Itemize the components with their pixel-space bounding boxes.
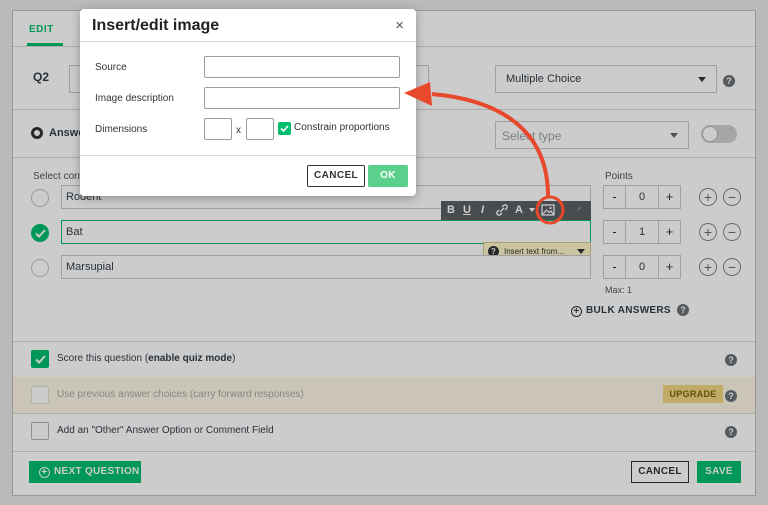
constrain-proportions-checkbox[interactable] [278, 122, 291, 135]
image-description-label: Image description [95, 93, 174, 104]
dialog-cancel-button[interactable]: CANCEL [307, 165, 365, 187]
source-label: Source [95, 62, 127, 73]
dialog-divider [80, 155, 416, 156]
height-input[interactable] [246, 118, 274, 140]
dialog-title: Insert/edit image [92, 17, 220, 34]
dimension-separator: x [236, 125, 241, 136]
dimensions-label: Dimensions [95, 124, 148, 135]
source-input[interactable] [204, 56, 400, 78]
width-input[interactable] [204, 118, 232, 140]
dialog-divider [80, 41, 416, 42]
close-icon[interactable]: × [395, 17, 404, 34]
image-description-input[interactable] [204, 87, 400, 109]
dialog-ok-button[interactable]: OK [368, 165, 408, 187]
insert-image-dialog: Insert/edit image × Source Image descrip… [80, 9, 416, 196]
check-icon [280, 125, 289, 132]
constrain-proportions-label: Constrain proportions [294, 122, 390, 133]
